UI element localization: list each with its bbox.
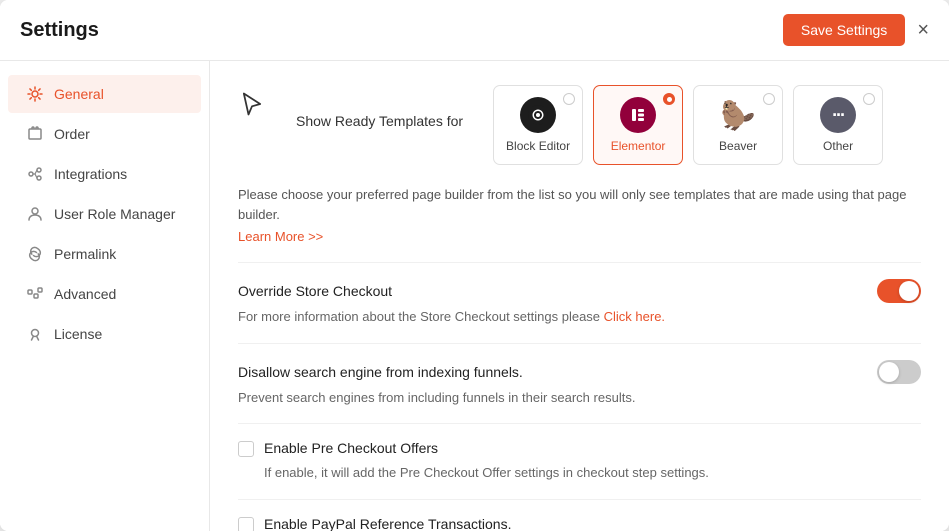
settings-window: Settings Save Settings × General: [0, 0, 949, 531]
sidebar-item-user-role-manager[interactable]: User Role Manager: [8, 195, 201, 233]
builder-card-block-editor[interactable]: Block Editor: [493, 85, 583, 165]
setting-header-override: Override Store Checkout: [238, 279, 921, 303]
page-builder-section: Show Ready Templates for Block Editor: [238, 85, 921, 165]
setting-paypal-reference: Enable PayPal Reference Transactions. Th…: [238, 516, 921, 531]
body: General Order: [0, 61, 949, 531]
integrations-icon: [26, 165, 44, 183]
toggle-override-store-checkout[interactable]: [877, 279, 921, 303]
sidebar-item-general[interactable]: General: [8, 75, 201, 113]
pre-checkout-desc: If enable, it will add the Pre Checkout …: [264, 463, 921, 483]
toggle-disallow-search[interactable]: [877, 360, 921, 384]
page-builder-description: Please choose your preferred page builde…: [238, 185, 921, 224]
elementor-icon: [620, 97, 656, 133]
permalink-icon: [26, 245, 44, 263]
override-desc-before: For more information about the Store Che…: [238, 309, 604, 324]
sidebar-label-general: General: [54, 86, 104, 102]
builder-card-other[interactable]: ··· Other: [793, 85, 883, 165]
sidebar-label-order: Order: [54, 126, 90, 142]
close-button[interactable]: ×: [917, 20, 929, 40]
builder-radio-elementor: [663, 93, 675, 105]
sidebar-item-permalink[interactable]: Permalink: [8, 235, 201, 273]
builder-label-block-editor: Block Editor: [506, 139, 570, 153]
divider-2: [238, 343, 921, 344]
cursor-icon: [238, 90, 266, 118]
beaver-icon: 🦫: [720, 97, 756, 133]
builder-label-other: Other: [823, 139, 853, 153]
other-icon: ···: [820, 97, 856, 133]
builder-card-beaver[interactable]: 🦫 Beaver: [693, 85, 783, 165]
sidebar-label-user-role-manager: User Role Manager: [54, 206, 175, 222]
setting-disallow-search: Disallow search engine from indexing fun…: [238, 360, 921, 408]
paypal-reference-row: Enable PayPal Reference Transactions.: [238, 516, 921, 531]
checkbox-paypal-reference[interactable]: [238, 517, 254, 531]
setting-title-search: Disallow search engine from indexing fun…: [238, 364, 523, 380]
builder-label-beaver: Beaver: [719, 139, 757, 153]
pre-checkout-row: Enable Pre Checkout Offers: [238, 440, 921, 457]
setting-title-override: Override Store Checkout: [238, 283, 392, 299]
setting-header-search: Disallow search engine from indexing fun…: [238, 360, 921, 384]
toggle-knob-override: [899, 281, 919, 301]
sidebar-item-integrations[interactable]: Integrations: [8, 155, 201, 193]
builder-radio-other: [863, 93, 875, 105]
main-content: Show Ready Templates for Block Editor: [210, 61, 949, 531]
divider-1: [238, 262, 921, 263]
setting-desc-override: For more information about the Store Che…: [238, 307, 921, 327]
sidebar-label-integrations: Integrations: [54, 166, 127, 182]
divider-4: [238, 499, 921, 500]
toggle-knob-search: [879, 362, 899, 382]
sidebar-label-license: License: [54, 326, 102, 342]
builder-radio-beaver: [763, 93, 775, 105]
license-icon: [26, 325, 44, 343]
user-role-icon: [26, 205, 44, 223]
sidebar-label-permalink: Permalink: [54, 246, 116, 262]
divider-3: [238, 423, 921, 424]
window-title: Settings: [20, 19, 99, 42]
setting-pre-checkout: Enable Pre Checkout Offers If enable, it…: [238, 440, 921, 483]
cursor-area: [238, 85, 266, 118]
builder-cards: Block Editor Eleme: [493, 85, 883, 165]
title-bar-actions: Save Settings ×: [783, 14, 929, 46]
builder-radio-block-editor: [563, 93, 575, 105]
sidebar-label-advanced: Advanced: [54, 286, 116, 302]
advanced-icon: [26, 285, 44, 303]
save-settings-button[interactable]: Save Settings: [783, 14, 905, 46]
builder-label-elementor: Elementor: [611, 139, 666, 153]
builder-card-elementor[interactable]: Elementor: [593, 85, 683, 165]
paypal-reference-label: Enable PayPal Reference Transactions.: [264, 516, 511, 531]
setting-desc-search: Prevent search engines from including fu…: [238, 388, 921, 408]
general-icon: [26, 85, 44, 103]
block-editor-icon: [520, 97, 556, 133]
sidebar-item-order[interactable]: Order: [8, 115, 201, 153]
sidebar-item-advanced[interactable]: Advanced: [8, 275, 201, 313]
setting-override-store-checkout: Override Store Checkout For more informa…: [238, 279, 921, 327]
sidebar: General Order: [0, 61, 210, 531]
sidebar-item-license[interactable]: License: [8, 315, 201, 353]
order-icon: [26, 125, 44, 143]
click-here-link[interactable]: Click here.: [604, 309, 665, 324]
learn-more-link[interactable]: Learn More >>: [238, 229, 323, 244]
pre-checkout-label: Enable Pre Checkout Offers: [264, 440, 438, 456]
checkbox-pre-checkout[interactable]: [238, 441, 254, 457]
title-bar: Settings Save Settings ×: [0, 0, 949, 61]
page-builder-label-text: Show Ready Templates for: [296, 85, 463, 129]
